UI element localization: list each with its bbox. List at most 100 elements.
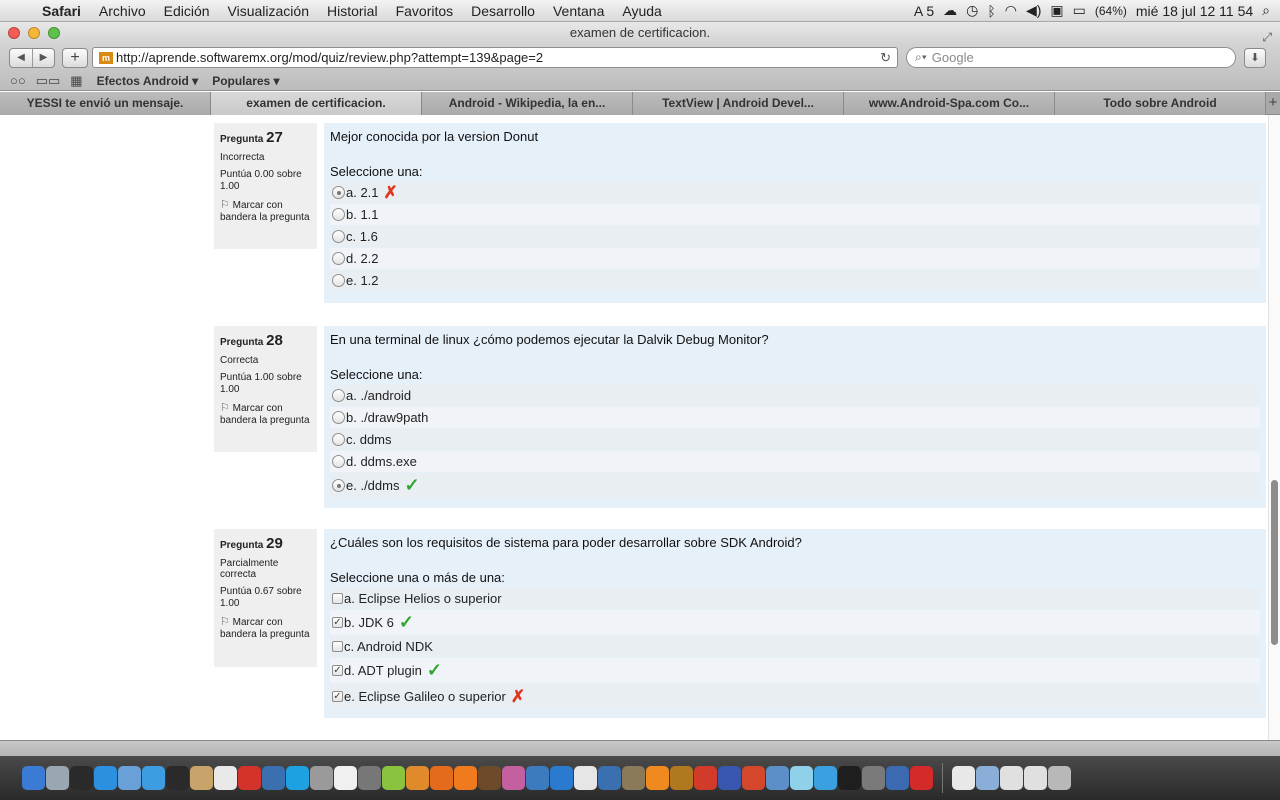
scrollbar-thumb[interactable] (1271, 480, 1278, 645)
photoshop-icon[interactable] (550, 766, 573, 790)
tab-yessi[interactable]: YESSI te envió un mensaje. (0, 92, 211, 115)
radio-button[interactable] (332, 274, 345, 287)
tab-wikipedia[interactable]: Android - Wikipedia, la en... (422, 92, 633, 115)
filezilla-icon[interactable] (238, 766, 261, 790)
finder-icon[interactable] (22, 766, 45, 790)
checkbox[interactable] (332, 593, 343, 604)
lingon-icon[interactable] (478, 766, 501, 790)
reload-icon[interactable]: ↻ (880, 50, 891, 66)
flag-question-link[interactable]: ⚐ Marcar con bandera la pregunta (220, 616, 311, 641)
keyboard-icon[interactable]: ▣ (1050, 2, 1063, 19)
firefox-icon[interactable] (430, 766, 453, 790)
radio-button[interactable] (332, 411, 345, 424)
radio-button[interactable] (332, 230, 345, 243)
answer-option[interactable]: ✓ d. ADT plugin ✓ (330, 658, 1260, 683)
radio-button[interactable] (332, 433, 345, 446)
doc2-icon[interactable] (952, 766, 975, 790)
bookmarks-book-icon[interactable]: ▭▭ (36, 73, 61, 89)
wifi-icon[interactable]: ◠ (1005, 2, 1017, 19)
blender-icon[interactable] (406, 766, 429, 790)
angrybirds-icon[interactable] (694, 766, 717, 790)
address-bar[interactable]: m http://aprende.softwaremx.org/mod/quiz… (92, 47, 898, 68)
app-icon[interactable] (502, 766, 525, 790)
dashboard-icon[interactable] (70, 766, 93, 790)
terminal-icon[interactable] (838, 766, 861, 790)
answer-option[interactable]: d. 2.2 (330, 248, 1260, 269)
illustrator-icon[interactable] (454, 766, 477, 790)
mail-icon[interactable] (1000, 766, 1023, 790)
url-text[interactable]: http://aprende.softwaremx.org/mod/quiz/r… (116, 50, 880, 65)
tool-icon[interactable] (670, 766, 693, 790)
photo-icon[interactable] (358, 766, 381, 790)
radio-button[interactable] (332, 252, 345, 265)
menu-archivo[interactable]: Archivo (90, 3, 155, 19)
answer-option[interactable]: e. 1.2 (330, 270, 1260, 291)
menu-ventana[interactable]: Ventana (544, 3, 613, 19)
vlc-icon[interactable] (646, 766, 669, 790)
volume-icon[interactable]: ◀) (1026, 2, 1041, 19)
utility-icon[interactable] (310, 766, 333, 790)
cloud-icon[interactable]: ☁ (943, 2, 957, 19)
menu-safari[interactable]: Safari (38, 3, 90, 19)
menu-ayuda[interactable]: Ayuda (613, 3, 670, 19)
tab-todo-android[interactable]: Todo sobre Android (1055, 92, 1266, 115)
reading-list-icon[interactable]: ○○ (10, 73, 26, 88)
radio-button[interactable] (332, 479, 345, 492)
flash-icon[interactable] (910, 766, 933, 790)
answer-option[interactable]: a. 2.1 ✗ (330, 182, 1260, 203)
menu-visualizacion[interactable]: Visualización (219, 3, 318, 19)
radio-button[interactable] (332, 389, 345, 402)
downloads-icon[interactable]: ⬇ (1244, 47, 1266, 68)
flag-question-link[interactable]: ⚐ Marcar con bandera la pregunta (220, 199, 311, 224)
time-machine-icon[interactable]: ◷ (966, 2, 978, 19)
pencil-icon[interactable] (886, 766, 909, 790)
textedit-icon[interactable] (334, 766, 357, 790)
forward-icon[interactable]: ▶ (32, 48, 54, 67)
search-field[interactable]: ⌕▾ Google (906, 47, 1236, 68)
radio-button[interactable] (332, 208, 345, 221)
compass-icon[interactable] (526, 766, 549, 790)
launchpad-icon[interactable] (46, 766, 69, 790)
menu-historial[interactable]: Historial (318, 3, 387, 19)
checkbox[interactable] (332, 641, 343, 652)
answer-option[interactable]: a. ./android (330, 385, 1260, 406)
page-scrollbar[interactable] (1268, 115, 1280, 740)
answer-option[interactable]: e. ./ddms ✓ (330, 473, 1260, 498)
bookmark-populares[interactable]: Populares ▾ (212, 74, 279, 88)
trash-icon[interactable] (1048, 766, 1071, 790)
gimp-icon[interactable] (622, 766, 645, 790)
battery-icon[interactable]: ▭ (1073, 2, 1086, 19)
menu-edicion[interactable]: Edición (155, 3, 219, 19)
answer-option[interactable]: b. ./draw9path (330, 407, 1260, 428)
appstore-icon[interactable] (94, 766, 117, 790)
add-bookmark-button[interactable]: + (62, 47, 88, 68)
android-icon[interactable] (382, 766, 405, 790)
spotlight-icon[interactable]: ⌕ (1262, 2, 1270, 19)
twitter-icon[interactable] (814, 766, 837, 790)
tab-android-spa[interactable]: www.Android-Spa.com Co... (844, 92, 1055, 115)
answer-option[interactable]: d. ddms.exe (330, 451, 1260, 472)
itunes-icon[interactable] (790, 766, 813, 790)
bluetooth-icon[interactable]: ᛒ (987, 3, 995, 19)
cyberduck-icon[interactable] (190, 766, 213, 790)
star-icon[interactable] (742, 766, 765, 790)
skype-icon[interactable] (286, 766, 309, 790)
tab-examen[interactable]: examen de certificacion. (211, 92, 422, 115)
answer-option[interactable]: b. 1.1 (330, 204, 1260, 225)
globe-icon[interactable] (718, 766, 741, 790)
answer-option[interactable]: c. ddms (330, 429, 1260, 450)
answer-option[interactable]: c. Android NDK (330, 636, 1260, 657)
adobe-status-icon[interactable]: A 5 (914, 3, 934, 19)
virtualbox-icon[interactable] (262, 766, 285, 790)
sysprefs-icon[interactable] (862, 766, 885, 790)
back-icon[interactable]: ◀ (10, 49, 32, 67)
menu-desarrollo[interactable]: Desarrollo (462, 3, 544, 19)
radio-button[interactable] (332, 455, 345, 468)
minimize-window-button[interactable] (28, 27, 40, 39)
checkbox[interactable]: ✓ (332, 691, 343, 702)
virtualbox-icon[interactable] (598, 766, 621, 790)
clock[interactable]: mié 18 jul 12 11 54 (1136, 3, 1253, 19)
answer-option[interactable]: a. Eclipse Helios o superior (330, 588, 1260, 609)
tab-textview[interactable]: TextView | Android Devel... (633, 92, 844, 115)
zoom-window-button[interactable] (48, 27, 60, 39)
